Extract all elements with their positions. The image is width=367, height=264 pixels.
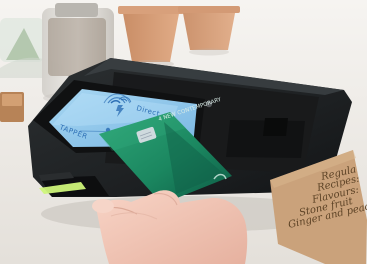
photo-scene: Direct TAPPER 4 NEW CONTEMPORARY Regula …	[0, 0, 367, 264]
hand	[92, 190, 248, 264]
photo-illustration: Direct TAPPER 4 NEW CONTEMPORARY Regula …	[0, 0, 367, 264]
